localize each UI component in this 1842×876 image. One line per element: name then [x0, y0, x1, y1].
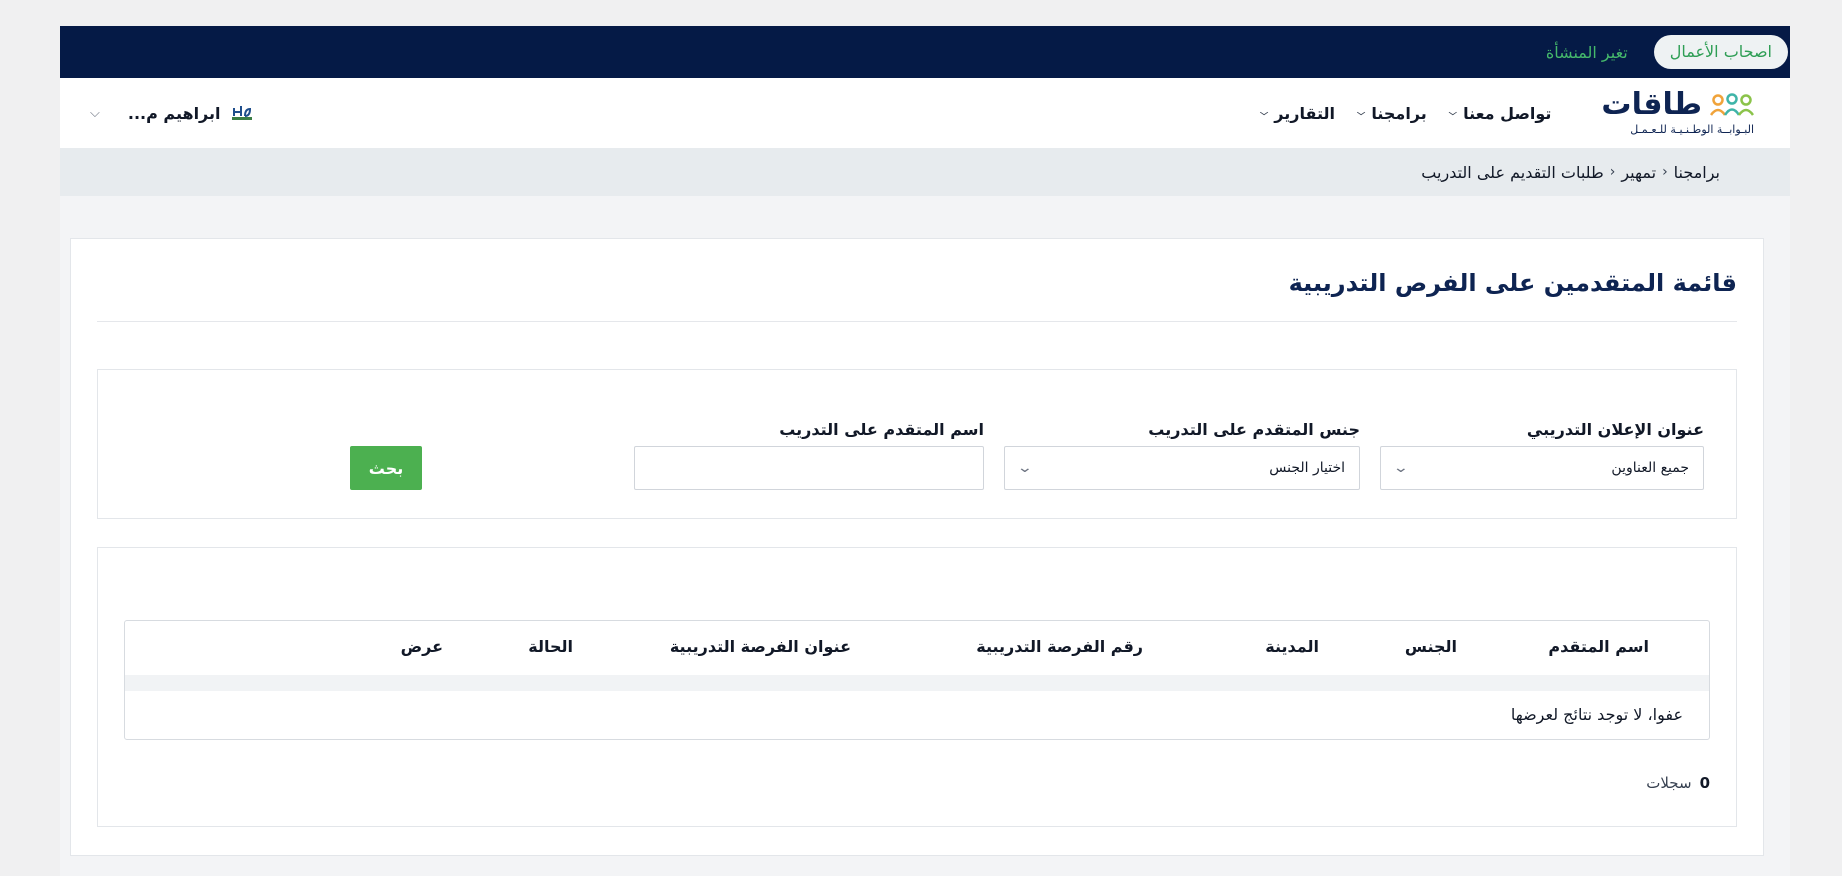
column-header-opportunity-title[interactable]: عنوان الفرصة التدريبية: [670, 637, 851, 656]
top-bar: اصحاب الأعمال تغير المنشأة: [60, 26, 1790, 78]
column-header-status[interactable]: الحالة: [528, 637, 573, 656]
table-stripe: [125, 675, 1709, 691]
role-pill[interactable]: اصحاب الأعمال: [1653, 35, 1788, 69]
applicant-name-field: اسم المتقدم على التدريب: [634, 420, 984, 490]
applicant-name-input[interactable]: [634, 446, 984, 490]
chevron-down-icon: ⌵: [1259, 108, 1269, 118]
nav-item-reports[interactable]: التقارير ⌵: [1260, 104, 1335, 123]
applicants-card: قائمة المتقدمين على الفرص التدريبية عنوا…: [70, 238, 1764, 856]
records-count: 0 سجلات: [1646, 774, 1710, 792]
taqat-logo[interactable]: طاقات البـوابــة الوطـنـيـة للـعـمـل: [1601, 90, 1754, 136]
ad-title-field: عنوان الإعلان التدريبي جميع العناوين ⌄: [1380, 420, 1704, 490]
gender-selected: اختيار الجنس: [1269, 460, 1345, 476]
logo-wordmark: طاقات: [1601, 87, 1702, 122]
divider: [97, 321, 1737, 322]
nav-item-contact[interactable]: تواصل معنا ⌵: [1449, 104, 1552, 123]
app-frame: اصحاب الأعمال تغير المنشأة طاقات البـواب…: [60, 26, 1790, 876]
applicants-table: اسم المتقدم الجنس المدينة رقم الفرصة الت…: [124, 620, 1710, 740]
column-header-applicant-name[interactable]: اسم المتقدم: [1548, 637, 1649, 656]
gender-label: جنس المتقدم على التدريب: [1148, 420, 1360, 439]
hadaf-logo-icon: [231, 106, 252, 120]
filter-panel: عنوان الإعلان التدريبي جميع العناوين ⌄ ج…: [97, 369, 1737, 519]
nav-item-programs[interactable]: برامجنا ⌵: [1357, 104, 1427, 123]
applicant-name-label: اسم المتقدم على التدريب: [779, 420, 984, 439]
gender-select[interactable]: اختيار الجنس ⌄: [1004, 446, 1360, 490]
main-navbar: طاقات البـوابــة الوطـنـيـة للـعـمـل توا…: [60, 78, 1790, 148]
chevron-left-icon: ‹: [1609, 164, 1616, 180]
nav-menu: تواصل معنا ⌵ برامجنا ⌵ التقارير ⌵: [1260, 104, 1551, 123]
column-header-city[interactable]: المدينة: [1265, 637, 1319, 656]
people-icon: [1710, 93, 1754, 116]
column-header-view[interactable]: عرض: [401, 637, 443, 656]
gender-field: جنس المتقدم على التدريب اختيار الجنس ⌄: [1004, 420, 1360, 490]
records-label: سجلات: [1646, 774, 1692, 792]
chevron-down-icon: ⌵: [1357, 108, 1366, 118]
breadcrumb: برامجنا ‹ تمهير ‹ طلبات التقديم على التد…: [60, 148, 1790, 196]
logo-subtitle: البـوابــة الوطـنـيـة للـعـمـل: [1630, 123, 1754, 136]
breadcrumb-item-programs[interactable]: برامجنا: [1674, 163, 1720, 182]
column-header-opportunity-number[interactable]: رقم الفرصة التدريبية: [976, 637, 1143, 656]
nav-item-label: برامجنا: [1371, 103, 1427, 123]
chevron-down-icon: ⌄: [1392, 460, 1410, 476]
table-header: اسم المتقدم الجنس المدينة رقم الفرصة الت…: [125, 621, 1709, 675]
breadcrumb-item-tamheer[interactable]: تمهير: [1621, 163, 1656, 182]
user-menu[interactable]: ابراهيم م... ⌵: [90, 78, 253, 148]
chevron-down-icon: ⌵: [1448, 108, 1458, 118]
ad-title-select[interactable]: جميع العناوين ⌄: [1380, 446, 1704, 490]
ad-title-label: عنوان الإعلان التدريبي: [1526, 420, 1704, 439]
chevron-down-icon: ⌵: [90, 105, 100, 121]
results-panel: اسم المتقدم الجنس المدينة رقم الفرصة الت…: [97, 547, 1737, 827]
column-header-gender[interactable]: الجنس: [1405, 637, 1457, 656]
empty-message: عفوا، لا توجد نتائج لعرضها: [1510, 705, 1683, 724]
chevron-down-icon: ⌄: [1016, 460, 1034, 476]
chevron-left-icon: ‹: [1662, 164, 1668, 180]
nav-item-label: التقارير: [1274, 103, 1335, 123]
records-number: 0: [1699, 774, 1710, 792]
change-organization-link[interactable]: تغير المنشأة: [1546, 43, 1628, 62]
page-title: قائمة المتقدمين على الفرص التدريبية: [1288, 269, 1737, 297]
breadcrumb-item-current: طلبات التقديم على التدريب: [1421, 162, 1604, 182]
search-button[interactable]: بحث: [350, 446, 422, 490]
user-name: ابراهيم م...: [127, 103, 221, 123]
ad-title-selected: جميع العناوين: [1611, 460, 1689, 476]
nav-item-label: تواصل معنا: [1463, 103, 1552, 123]
